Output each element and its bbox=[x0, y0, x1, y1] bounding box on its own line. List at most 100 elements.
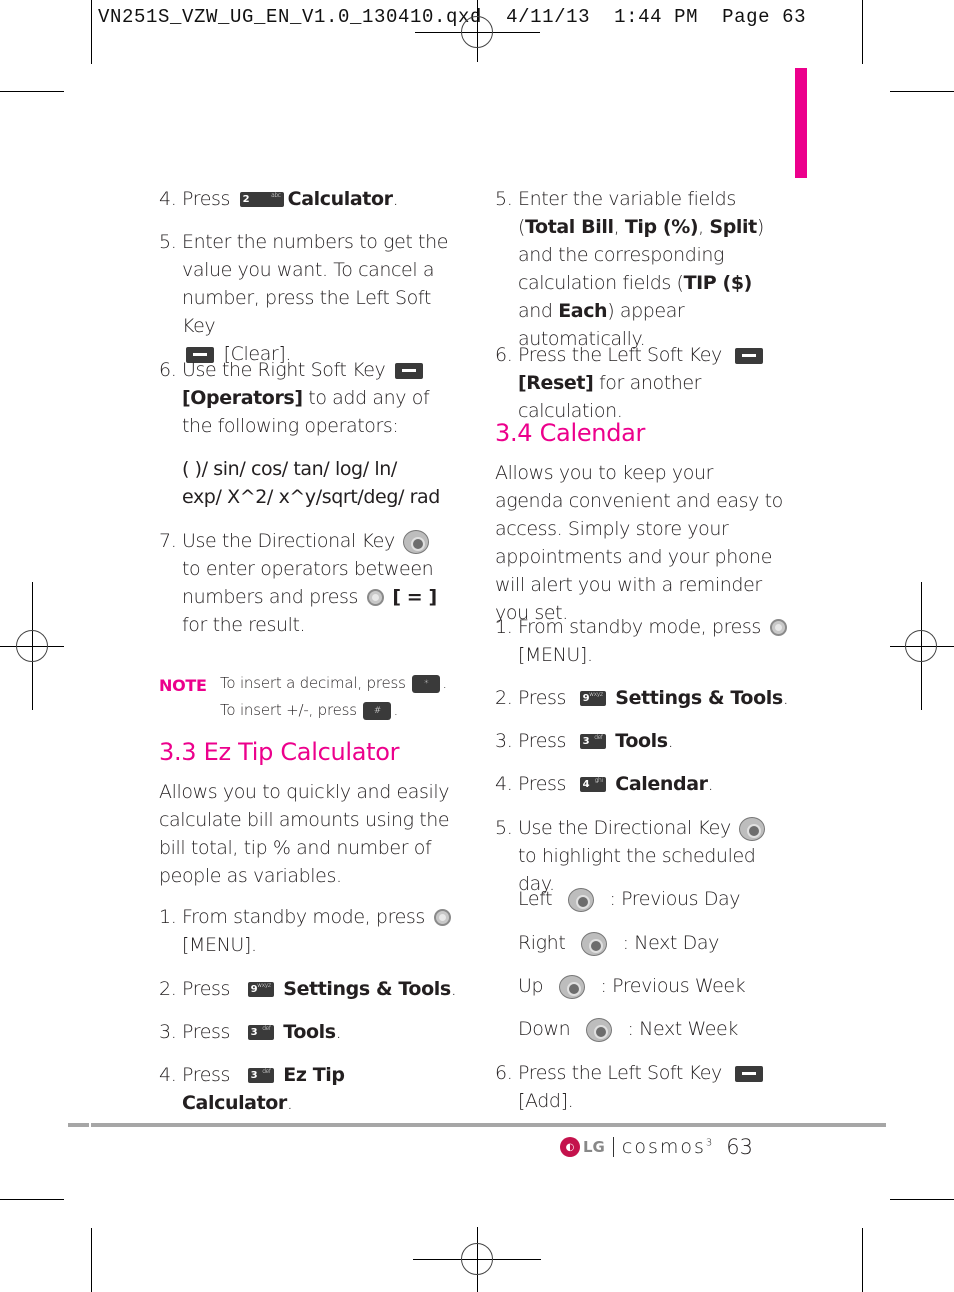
soft-key-action: [MENU]. bbox=[518, 644, 593, 666]
directional-key-right-icon bbox=[581, 931, 608, 956]
step-number: 5. bbox=[495, 188, 513, 210]
directional-key-down-icon bbox=[585, 1017, 612, 1042]
pound-key-icon: # bbox=[363, 701, 392, 720]
soft-key-action: [ = ] bbox=[392, 586, 437, 608]
step-number: 5. bbox=[495, 817, 513, 839]
star-key-icon: * bbox=[412, 674, 441, 693]
key-letters: abc bbox=[271, 192, 281, 199]
direction-label: Left bbox=[518, 888, 553, 910]
product-label: COSMOS bbox=[621, 1136, 706, 1158]
key-digit: 4 bbox=[582, 779, 590, 790]
cal-step-6: 6. Press the Left Soft Key [Add]. bbox=[495, 1059, 795, 1115]
direction-desc: : Previous Day bbox=[609, 888, 741, 910]
tip-step-1: 1. From standby mode, press [MENU]. bbox=[159, 903, 459, 959]
section-tab-marker bbox=[795, 68, 807, 178]
menu-target: Tools bbox=[615, 730, 668, 752]
key-3-icon: 3 def bbox=[579, 734, 606, 749]
step-number: 6. bbox=[159, 359, 177, 381]
punct: . bbox=[667, 730, 674, 752]
field-name: TIP ($) bbox=[683, 272, 753, 294]
step-text: Press bbox=[518, 730, 567, 752]
step-number: 5. bbox=[159, 231, 177, 253]
crop-mark bbox=[890, 91, 954, 92]
punct: . bbox=[450, 978, 457, 1000]
direction-row-down: Down : Next Week bbox=[518, 1015, 818, 1043]
punct: . bbox=[286, 1092, 293, 1114]
direction-row-left: Left : Previous Day bbox=[518, 885, 818, 913]
calendar-intro: Allows you to keep your agenda convenien… bbox=[495, 462, 783, 624]
footer-divider bbox=[612, 1137, 614, 1157]
directional-key-up-icon bbox=[558, 974, 585, 999]
lg-logo-icon: ◐ bbox=[560, 1137, 580, 1157]
operators-line: exp/ X^2/ x^y/sqrt/deg/ rad bbox=[182, 486, 440, 508]
soft-key-action: [MENU]. bbox=[182, 934, 257, 956]
tip-step-3: 3. Press 3 def Tools. bbox=[159, 1018, 459, 1046]
key-3-icon: 3 def bbox=[247, 1068, 274, 1083]
footer: ◐ LG COSMOS3 63 bbox=[560, 1135, 753, 1159]
key-letters: def bbox=[262, 1068, 271, 1075]
key-9-icon: 9 wxyz bbox=[247, 982, 274, 997]
menu-target: Calculator bbox=[287, 188, 393, 210]
cal-step-3: 3. Press 3 def Tools. bbox=[495, 727, 795, 755]
key-letters: wxyz bbox=[257, 982, 271, 989]
key-digit: 3 bbox=[250, 1027, 258, 1038]
brand-name: LG bbox=[583, 1138, 605, 1156]
key-digit: 2 bbox=[242, 194, 250, 205]
field-name: Total Bill bbox=[525, 216, 614, 238]
direction-row-up: Up : Previous Week bbox=[518, 972, 818, 1000]
soft-key-action: [Add]. bbox=[518, 1090, 574, 1112]
step-text: for the result. bbox=[182, 614, 306, 636]
step-text: Press the Left Soft Key bbox=[518, 1062, 722, 1084]
punct: , bbox=[613, 216, 625, 238]
step-text: Press bbox=[182, 1021, 231, 1043]
registration-mark-top bbox=[461, 16, 493, 48]
step-text: Press bbox=[182, 188, 231, 210]
directional-key-icon bbox=[739, 816, 766, 841]
direction-label: Down bbox=[518, 1018, 571, 1040]
step-number: 7. bbox=[159, 530, 177, 552]
tip-step-4: 4. Press 3 def Ez Tip Calculator. bbox=[159, 1061, 459, 1117]
key-letters: wxyz bbox=[589, 691, 603, 698]
crop-mark bbox=[91, 0, 92, 64]
cal-step-2: 2. Press 9 wxyz Settings & Tools. bbox=[495, 684, 795, 712]
left-soft-key-icon bbox=[735, 347, 764, 364]
calc-step-7: 7. Use the Directional Key to enter oper… bbox=[159, 527, 459, 639]
direction-label: Right bbox=[518, 932, 566, 954]
step-number: 4. bbox=[159, 188, 177, 210]
step-number: 6. bbox=[495, 344, 513, 366]
key-letters: def bbox=[262, 1025, 271, 1032]
punct: . bbox=[782, 687, 789, 709]
soft-key-action: [Reset] bbox=[518, 372, 594, 394]
print-slug: VN251S_VZW_UG_EN_V1.0_130410.qxd 4/11/13… bbox=[98, 6, 806, 28]
cal-step-1: 1. From standby mode, press [MENU]. bbox=[495, 613, 795, 669]
menu-target: Settings & Tools bbox=[283, 978, 451, 1000]
crop-mark bbox=[0, 1199, 64, 1200]
directional-key-icon bbox=[403, 529, 430, 554]
tip-step-2: 2. Press 9 wxyz Settings & Tools. bbox=[159, 975, 459, 1003]
calc-step-4: 4. Press 2 abc Calculator. bbox=[159, 185, 459, 213]
direction-desc: : Next Day bbox=[622, 932, 720, 954]
ok-key-icon bbox=[433, 909, 451, 926]
step-number: 3. bbox=[495, 730, 513, 752]
step-number: 2. bbox=[159, 978, 177, 1000]
field-name: Tip (%) bbox=[624, 216, 699, 238]
tip-step-6: 6. Press the Left Soft Key [Reset] for a… bbox=[495, 341, 795, 425]
key-2-icon: 2 abc bbox=[239, 192, 284, 207]
crop-mark bbox=[0, 91, 64, 92]
section-heading-calendar: 3.4 Calendar bbox=[495, 419, 646, 447]
note-line: To insert a decimal, press bbox=[220, 674, 406, 692]
product-suffix: 3 bbox=[705, 1137, 715, 1149]
menu-target: Settings & Tools bbox=[615, 687, 783, 709]
page-number: 63 bbox=[726, 1135, 753, 1159]
menu-target: Calendar bbox=[615, 773, 708, 795]
step-text: Press the Left Soft Key bbox=[518, 344, 722, 366]
ok-key-icon bbox=[769, 619, 787, 636]
ok-key-icon bbox=[366, 589, 384, 606]
slug-filename: VN251S_VZW_UG_EN_V1.0_130410.qxd bbox=[98, 6, 483, 28]
direction-row-right: Right : Next Day bbox=[518, 929, 818, 957]
field-name: Each bbox=[558, 300, 608, 322]
note-label: NOTE bbox=[159, 676, 207, 695]
ez-tip-intro: Allows you to quickly and easily calcula… bbox=[159, 781, 450, 887]
registration-mark-right bbox=[905, 630, 937, 662]
punct: and bbox=[518, 300, 559, 322]
